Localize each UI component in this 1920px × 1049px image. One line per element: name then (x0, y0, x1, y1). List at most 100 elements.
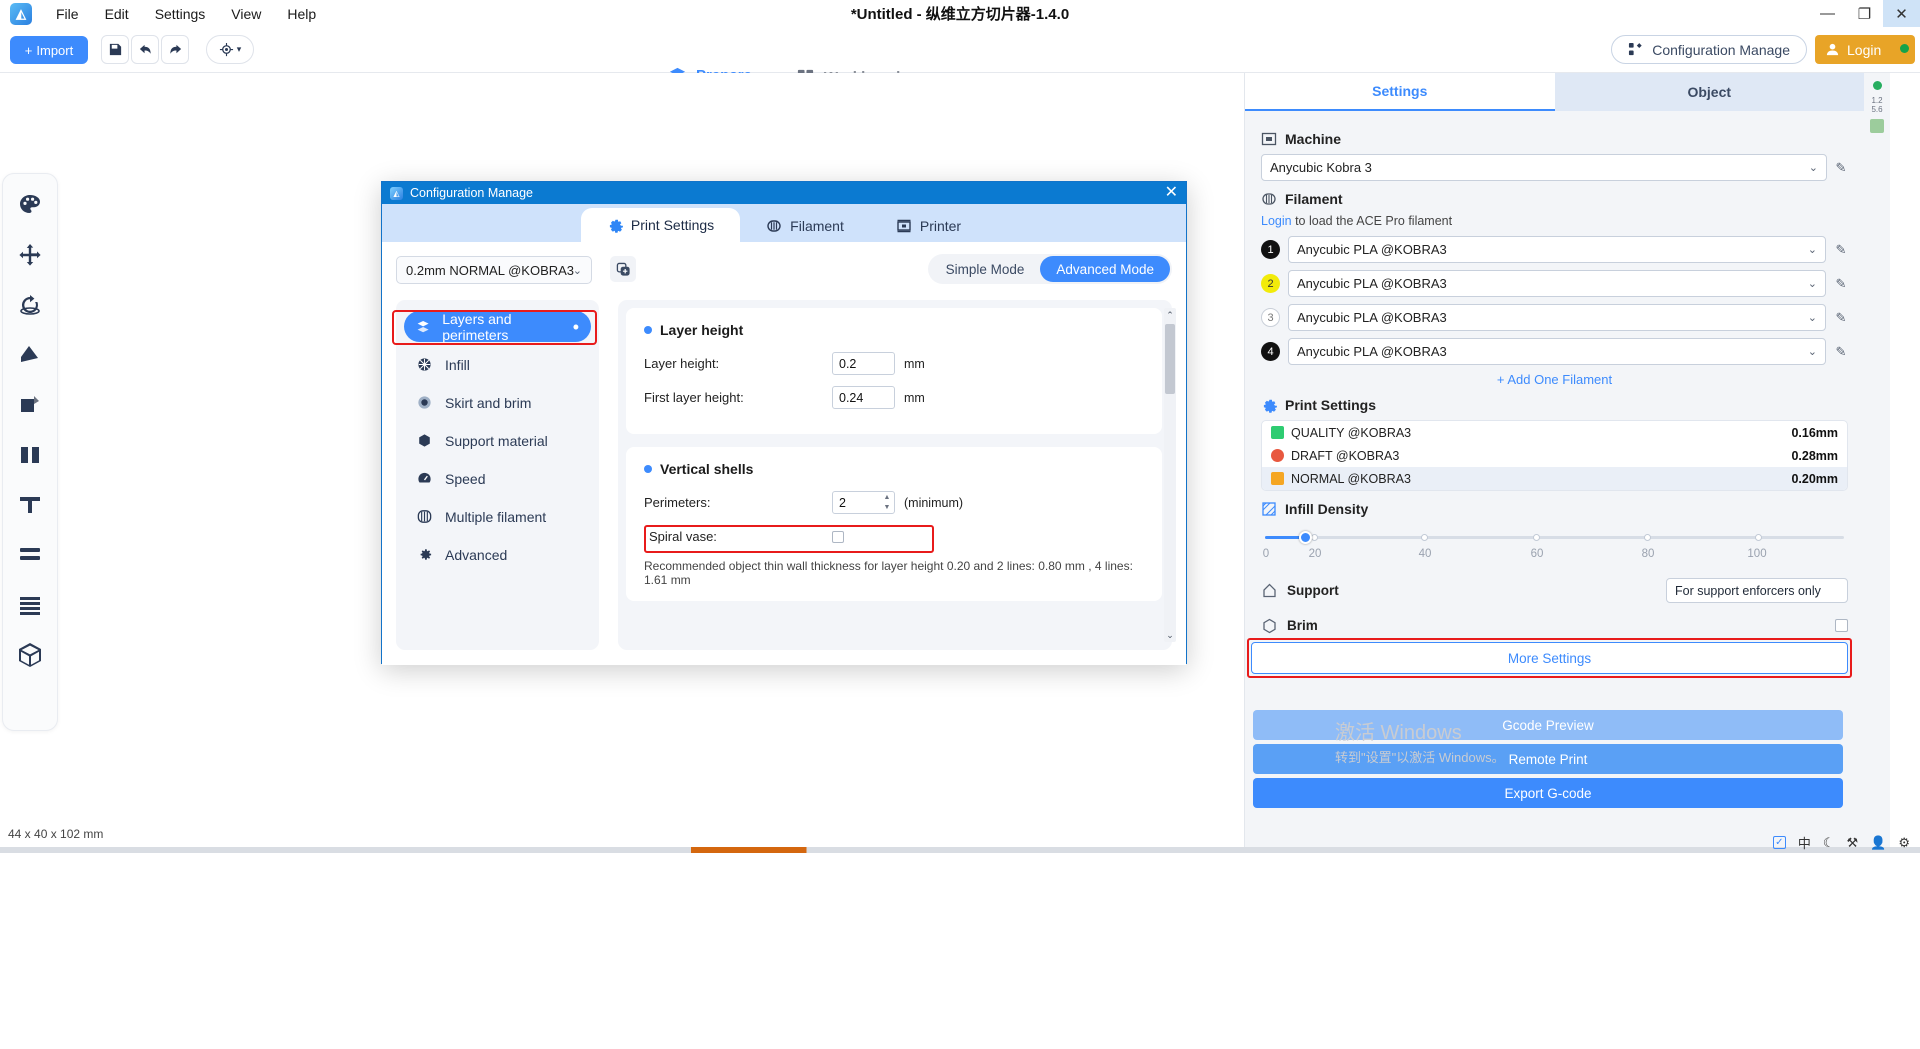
advanced-icon (420, 549, 432, 560)
more-settings-highlight: More Settings (1247, 638, 1852, 678)
gcode-preview-button[interactable]: Gcode Preview (1253, 710, 1843, 740)
filament-slot-2-select[interactable]: Anycubic PLA @KOBRA3 ⌄ (1288, 270, 1826, 297)
advanced-mode-button[interactable]: Advanced Mode (1040, 256, 1170, 282)
arrange-icon[interactable] (9, 534, 51, 576)
import-button[interactable]: + Import (10, 36, 88, 64)
slider-label-100: 100 (1747, 548, 1767, 560)
edit-filament-3-icon[interactable]: ✎ (1834, 310, 1848, 326)
infill-density-slider[interactable]: 0 20 40 60 80 100 (1261, 524, 1848, 564)
scroll-up-icon[interactable]: ⌃ (1164, 308, 1176, 322)
nav-support-material[interactable]: Support material (404, 425, 591, 456)
filament-login-link[interactable]: Login (1261, 214, 1292, 228)
machine-value: Anycubic Kobra 3 (1270, 160, 1372, 175)
menu-edit[interactable]: Edit (105, 6, 129, 22)
configuration-manage-button[interactable]: Configuration Manage (1611, 35, 1807, 64)
filament-slot-2-value: Anycubic PLA @KOBRA3 (1297, 276, 1447, 291)
add-one-filament-button[interactable]: + Add One Filament (1261, 372, 1848, 387)
infill-density-section-header: Infill Density (1261, 501, 1848, 517)
thin-wall-hint: Recommended object thin wall thickness f… (644, 559, 1133, 587)
filament-slot-3-select[interactable]: Anycubic PLA @KOBRA3 ⌄ (1288, 304, 1826, 331)
nav-speed[interactable]: Speed (404, 463, 591, 494)
layer-view-icon[interactable] (9, 584, 51, 626)
dialog-tab-printer[interactable]: Printer (870, 210, 987, 242)
tray-moon-icon[interactable]: ☾ (1823, 835, 1835, 851)
brim-checkbox[interactable] (1835, 619, 1848, 632)
redo-icon[interactable] (161, 35, 189, 64)
palette-icon[interactable] (9, 184, 51, 226)
more-settings-button[interactable]: More Settings (1251, 642, 1848, 674)
filament-slot-1-select[interactable]: Anycubic PLA @KOBRA3 ⌄ (1288, 236, 1826, 263)
mirror-icon[interactable] (9, 434, 51, 476)
skirt-icon (418, 396, 431, 409)
simple-mode-button[interactable]: Simple Mode (930, 256, 1041, 282)
dialog-app-icon: ◭ (390, 186, 403, 200)
export-gcode-button[interactable]: Export G-code (1253, 778, 1843, 808)
scale-icon[interactable] (9, 334, 51, 376)
move-icon[interactable] (9, 234, 51, 276)
scroll-down-icon[interactable]: ⌄ (1164, 628, 1176, 642)
edit-machine-icon[interactable]: ✎ (1834, 160, 1848, 176)
menu-view[interactable]: View (231, 6, 261, 22)
tray-ime-icon[interactable]: 中 (1798, 833, 1811, 852)
first-layer-height-input[interactable]: 0.24 (832, 386, 895, 409)
perimeters-stepper[interactable]: 2 ▲ ▼ (832, 491, 895, 514)
view-target-icon[interactable]: ▾ (206, 35, 254, 64)
rotate-icon[interactable] (9, 284, 51, 326)
save-icon[interactable] (101, 35, 129, 64)
scale-value-bottom: 5.6 (1871, 105, 1883, 115)
preset-row-draft[interactable]: DRAFT @KOBRA3 0.28mm (1262, 444, 1847, 467)
brim-icon (1263, 618, 1276, 634)
undo-icon[interactable] (131, 35, 159, 64)
tray-tools-icon[interactable]: ⚒ (1847, 835, 1859, 851)
stepper-down-icon[interactable]: ▼ (883, 504, 891, 512)
layer-height-input[interactable]: 0.2 (832, 352, 895, 375)
infill-icon (418, 358, 431, 371)
remote-print-button[interactable]: Remote Print (1253, 744, 1843, 774)
nav-layers-and-perimeters[interactable]: Layers and perimeters • (404, 311, 591, 343)
options-scrollbar[interactable]: ⌃ ⌄ (1164, 308, 1176, 642)
nav-advanced[interactable]: Advanced (404, 539, 591, 570)
tray-check-icon[interactable]: ✓ (1772, 836, 1786, 849)
edit-filament-2-icon[interactable]: ✎ (1834, 276, 1848, 292)
edit-filament-1-icon[interactable]: ✎ (1834, 242, 1848, 258)
support-select[interactable]: For support enforcers only (1666, 578, 1848, 603)
print-preset-select[interactable]: 0.2mm NORMAL @KOBRA3 ⌄ (396, 256, 592, 284)
dialog-close-icon[interactable]: ✕ (1165, 185, 1178, 201)
restore-button[interactable]: ❐ (1846, 0, 1883, 27)
stepper-up-icon[interactable]: ▲ (883, 494, 891, 502)
spiral-vase-label: Spiral vase: (649, 529, 717, 544)
tray-user-icon[interactable]: 👤 (1870, 835, 1886, 851)
edit-filament-4-icon[interactable]: ✎ (1834, 344, 1848, 360)
menu-settings[interactable]: Settings (155, 6, 206, 22)
tab-settings[interactable]: Settings (1245, 73, 1555, 111)
cut-icon[interactable] (9, 384, 51, 426)
dialog-tab-filament[interactable]: Filament (740, 210, 870, 242)
gear-icon (609, 219, 623, 233)
close-button[interactable]: ✕ (1883, 0, 1920, 27)
nav-skirt-and-brim[interactable]: Skirt and brim (404, 387, 591, 418)
support-blocker-icon[interactable] (9, 484, 51, 526)
cube-icon[interactable] (9, 634, 51, 676)
chevron-down-icon: ⌄ (1807, 346, 1817, 358)
spiral-vase-checkbox[interactable] (832, 530, 844, 543)
machine-select[interactable]: Anycubic Kobra 3 ⌄ (1261, 154, 1827, 181)
scrollbar-thumb[interactable] (1165, 324, 1175, 394)
nav-multiple-filament[interactable]: Multiple filament (404, 501, 591, 532)
filament-slot-4-select[interactable]: Anycubic PLA @KOBRA3 ⌄ (1288, 338, 1826, 365)
tab-object[interactable]: Object (1554, 73, 1864, 111)
login-button[interactable]: Login (1815, 35, 1915, 64)
minimize-button[interactable]: — (1809, 0, 1846, 27)
slider-handle[interactable] (1299, 531, 1312, 544)
duplicate-preset-icon[interactable] (610, 256, 636, 282)
nav-infill[interactable]: Infill (404, 349, 591, 380)
scale-status-dot (1872, 81, 1882, 90)
right-settings-panel: Settings Object Machine Anycubic Kobra 3… (1244, 73, 1864, 847)
menu-file[interactable]: File (56, 6, 79, 22)
preset-row-normal[interactable]: NORMAL @KOBRA3 0.20mm (1262, 467, 1847, 490)
object-dimensions-status: 44 x 40 x 102 mm (8, 827, 104, 841)
menu-help[interactable]: Help (287, 6, 316, 22)
dialog-tab-print-settings[interactable]: Print Settings (580, 208, 741, 242)
layer-height-row: Layer height: 0.2 mm (644, 352, 1144, 375)
tray-gear-icon[interactable]: ⚙ (1898, 835, 1910, 851)
preset-row-quality[interactable]: QUALITY @KOBRA3 0.16mm (1262, 421, 1847, 444)
